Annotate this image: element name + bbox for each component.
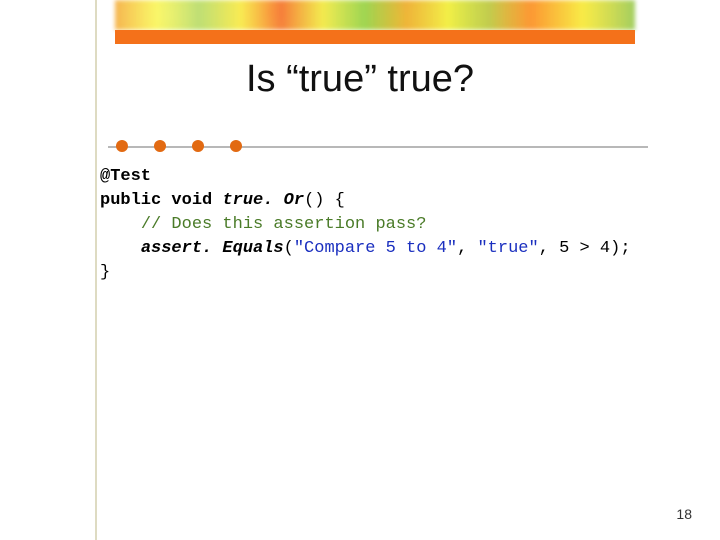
slide: Is “true” true? @Test public void true. …: [0, 0, 720, 540]
slide-title: Is “true” true?: [0, 58, 720, 101]
code-method-name: true. Or: [222, 191, 304, 210]
orange-accent-bar: [115, 30, 635, 44]
code-signature-tail: () {: [304, 191, 345, 210]
code-comma: ,: [457, 239, 477, 258]
code-block: @Test public void true. Or() { // Does t…: [100, 165, 631, 285]
code-comment: // Does this assertion pass?: [141, 215, 427, 234]
bullet-dot: [154, 140, 166, 152]
code-close-brace: }: [100, 263, 110, 282]
code-string-1: "Compare 5 to 4": [294, 239, 457, 258]
bullet-dot: [230, 140, 242, 152]
code-annotation: @Test: [100, 167, 151, 186]
code-tail: , 5 > 4);: [539, 239, 631, 258]
bullet-dot: [116, 140, 128, 152]
bullet-rule: [108, 146, 648, 148]
decorative-top-strip: [115, 0, 635, 30]
code-keyword-void: void: [171, 191, 212, 210]
page-number: 18: [676, 506, 692, 522]
code-keyword-public: public: [100, 191, 161, 210]
code-string-2: "true": [477, 239, 538, 258]
code-call-name: assert. Equals: [141, 239, 284, 258]
bullet-dot: [192, 140, 204, 152]
